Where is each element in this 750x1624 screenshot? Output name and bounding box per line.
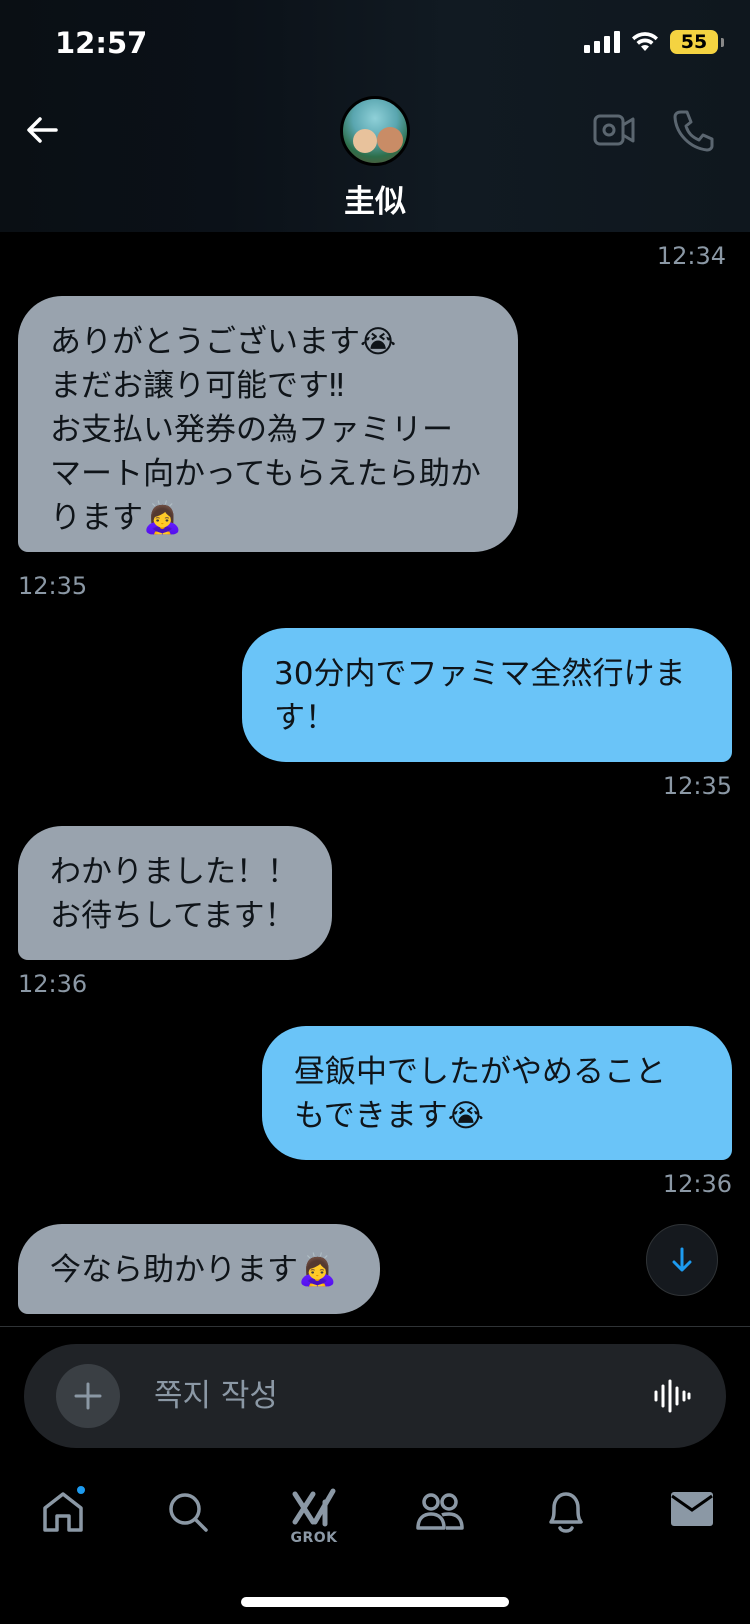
phone-icon[interactable] — [672, 108, 714, 152]
video-call-icon[interactable] — [592, 112, 636, 148]
avatar-figure — [353, 129, 377, 153]
message-line: 今なら助かります🙇‍♀️ — [50, 1252, 337, 1288]
message-line: 30分内でファミマ全然行けま — [274, 656, 686, 692]
message-line: もできます😭 — [294, 1098, 484, 1134]
received-message[interactable]: わかりました！！ お待ちしてます！ — [18, 826, 332, 960]
status-indicators: 55 — [584, 30, 724, 54]
scroll-to-bottom-button[interactable] — [646, 1224, 718, 1296]
notification-dot — [75, 1484, 87, 1496]
sent-message[interactable]: 昼飯中でしたがやめること もできます😭 — [262, 1026, 732, 1160]
message-line: 昼飯中でしたがやめること — [294, 1054, 666, 1090]
message-input[interactable] — [154, 1372, 614, 1420]
received-message[interactable]: ありがとうございます😭 まだお譲り可能です‼︎ お支払い発券の為ファミリー マー… — [18, 296, 518, 552]
plus-icon — [74, 1382, 102, 1410]
tab-messages[interactable] — [664, 1488, 720, 1548]
tab-home[interactable] — [35, 1484, 91, 1548]
grok-icon — [292, 1488, 336, 1527]
home-indicator — [241, 1597, 509, 1607]
message-timestamp: 12:36 — [18, 970, 88, 998]
tab-notifications[interactable] — [538, 1488, 594, 1548]
received-message[interactable]: 今なら助かります🙇‍♀️ — [18, 1224, 380, 1314]
message-line: お待ちしてます！ — [50, 898, 296, 934]
message-line: お支払い発券の為ファミリー — [50, 412, 453, 448]
message-timestamp: 12:36 — [662, 1170, 732, 1198]
communities-icon — [416, 1493, 464, 1530]
cellular-signal-icon — [584, 31, 620, 53]
message-line: ありがとうございます😭 — [50, 324, 397, 360]
arrow-down-icon — [672, 1247, 692, 1272]
messages-envelope-icon — [671, 1492, 713, 1526]
message-timestamp: 12:35 — [662, 772, 732, 800]
wifi-icon — [632, 32, 658, 51]
tab-search[interactable] — [160, 1488, 216, 1548]
contact-name[interactable]: 圭似 — [0, 176, 750, 221]
message-timestamp: 12:34 — [656, 242, 726, 270]
message-composer — [24, 1344, 726, 1448]
tab-grok[interactable]: GROK — [286, 1488, 342, 1548]
back-arrow-icon[interactable] — [22, 110, 62, 150]
message-line: す！ — [274, 700, 336, 736]
search-icon — [169, 1493, 208, 1532]
message-line: マート向かってもらえたら助か — [50, 456, 481, 492]
message-list[interactable]: 12:34 ありがとうございます😭 まだお譲り可能です‼︎ お支払い発券の為ファ… — [0, 232, 750, 1326]
avatar-figure — [377, 127, 403, 153]
message-line: ります🙇‍♀️ — [50, 500, 182, 536]
notifications-bell-icon — [549, 1492, 583, 1533]
message-line: わかりました！！ — [50, 854, 298, 890]
grok-label: GROK — [290, 1530, 338, 1546]
battery-indicator: 55 — [670, 30, 724, 54]
divider — [0, 1326, 750, 1327]
sent-message[interactable]: 30分内でファミマ全然行けま す！ — [242, 628, 732, 762]
conversation-header: 12:57 55 圭似 — [0, 0, 750, 232]
add-media-button[interactable] — [56, 1364, 120, 1428]
avatar[interactable] — [340, 96, 410, 166]
bottom-tab-bar: GROK — [0, 1470, 750, 1580]
status-time: 12:57 — [55, 26, 148, 60]
message-line: まだお譲り可能です‼︎ — [50, 368, 345, 404]
tab-communities[interactable] — [412, 1488, 468, 1548]
voice-waveform-icon[interactable] — [652, 1378, 692, 1414]
message-timestamp: 12:35 — [18, 572, 88, 600]
